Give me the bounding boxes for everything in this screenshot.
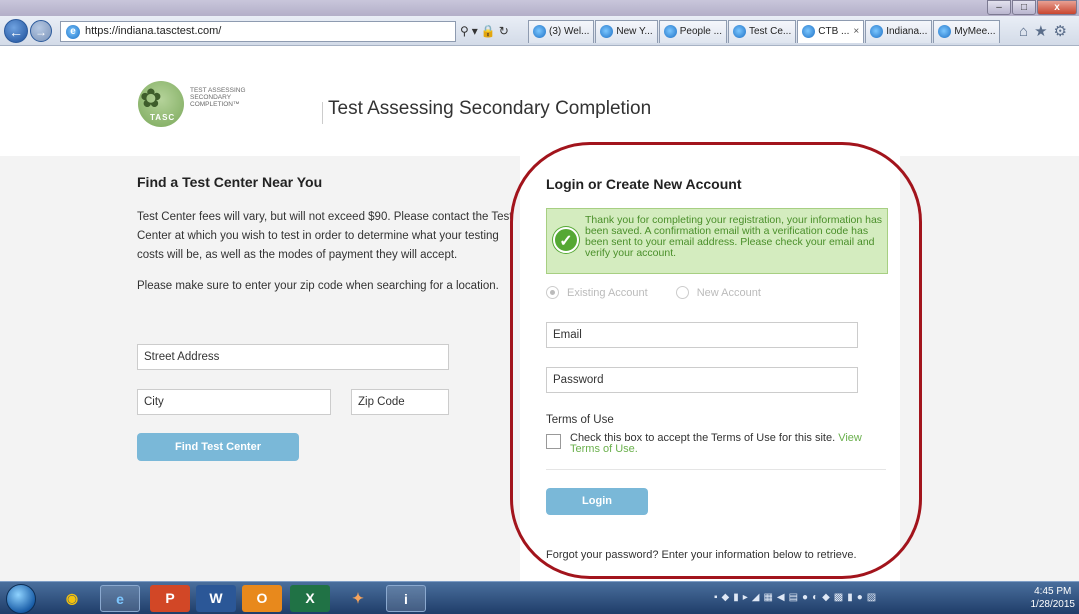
city-input[interactable]: City (137, 389, 331, 415)
back-button[interactable]: ← (4, 19, 28, 43)
tab-label: People ... (679, 26, 722, 37)
logo-text: TEST ASSESSING SECONDARY COMPLETION™ (190, 87, 246, 108)
chrome-icon[interactable]: ◉ (52, 585, 92, 612)
address-tools[interactable]: ⚲▾🔒↻ (460, 24, 512, 38)
main-content: Find a Test Center Near You Test Center … (0, 156, 1079, 581)
login-panel: Login or Create New Account ✓ Thank you … (520, 156, 900, 581)
browser-toolbar-right: ⌂★⚙ (1019, 22, 1073, 40)
forgot-password-text: Forgot your password? Enter your informa… (546, 549, 857, 561)
search-icon[interactable]: ⚲ (460, 24, 472, 38)
close-tab-icon[interactable]: × (853, 26, 859, 37)
tab-2[interactable]: People ... (658, 20, 727, 43)
maximize-button[interactable]: □ (1012, 0, 1036, 15)
page-header: ✿ TASC TEST ASSESSING SECONDARY COMPLETI… (0, 46, 1079, 156)
tree-icon: ✿ (140, 83, 162, 113)
ie-tab-icon (533, 25, 546, 38)
tab-0[interactable]: (3) Wel... (528, 20, 595, 43)
tab-4[interactable]: CTB ... × (797, 20, 865, 43)
radio-new-account[interactable]: New Account (675, 286, 761, 299)
zip-note: Please make sure to enter your zip code … (137, 280, 499, 292)
tab-strip: (3) Wel... New Y... People ... Test Ce..… (528, 20, 1001, 43)
home-icon[interactable]: ⌂ (1019, 23, 1034, 40)
tab-5[interactable]: Indiana... (865, 20, 933, 43)
tab-label: Test Ce... (748, 26, 792, 37)
clock-time: 4:45 PM (1034, 586, 1072, 597)
tab-6[interactable]: MyMee... (933, 20, 1001, 43)
fees-text: Test Center fees will vary, but will not… (137, 211, 513, 261)
radio-selected-icon (546, 286, 559, 299)
password-field[interactable]: Password (546, 367, 858, 393)
tasc-logo[interactable]: ✿ TASC TEST ASSESSING SECONDARY COMPLETI… (138, 81, 258, 131)
system-clock[interactable]: 4:45 PM 1/28/2015 (1031, 585, 1076, 611)
checkmark-icon: ✓ (553, 227, 579, 253)
outlook-icon[interactable]: O (242, 585, 282, 612)
find-center-heading: Find a Test Center Near You (137, 174, 323, 190)
tab-3[interactable]: Test Ce... (727, 20, 797, 43)
tab-label: CTB ... (818, 26, 850, 37)
word-icon[interactable]: W (196, 585, 236, 612)
tab-label: MyMee... (954, 26, 996, 37)
lock-icon: ▾🔒 (471, 24, 499, 38)
login-heading: Login or Create New Account (546, 176, 742, 192)
radio-existing-account[interactable]: Existing Account (546, 286, 648, 299)
radio-unselected-icon (675, 286, 689, 299)
page-title: Test Assessing Secondary Completion (328, 98, 652, 119)
clock-date: 1/28/2015 (1030, 599, 1076, 610)
ie-tab-icon (870, 25, 884, 38)
terms-checkbox[interactable] (546, 434, 561, 449)
logo-badge: TASC (150, 113, 176, 122)
window-title-bar: – □ x (0, 0, 1079, 16)
minimize-button[interactable]: – (987, 0, 1011, 15)
window-controls: – □ x (987, 0, 1077, 15)
ie-tab-icon (802, 25, 816, 38)
tab-label: New Y... (616, 26, 653, 37)
info-app-icon[interactable]: i (386, 585, 426, 612)
close-window-button[interactable]: x (1037, 0, 1077, 15)
account-type-radios: Existing Account New Account (546, 286, 761, 299)
internet-explorer-icon[interactable]: e (100, 585, 140, 612)
find-test-center-button[interactable]: Find Test Center (137, 433, 299, 461)
browser-nav-bar: ← → e https://indiana.tasctest.com/ ⚲▾🔒↻… (0, 16, 1079, 46)
success-message: Thank you for completing your registrati… (585, 214, 883, 259)
settings-gear-icon[interactable]: ⚙ (1054, 23, 1073, 40)
favorites-star-icon[interactable]: ★ (1034, 23, 1053, 40)
powerpoint-icon[interactable]: P (150, 585, 190, 612)
zip-code-input[interactable]: Zip Code (351, 389, 449, 415)
taskbar: ◉ e P W O X ✦ i ▪◆▮▸◢▦◀▤●◐◆▩▮●▨ 4:45 PM … (0, 581, 1079, 614)
success-alert: ✓ Thank you for completing your registra… (546, 208, 888, 274)
ie-tab-icon (600, 25, 614, 38)
ie-tab-icon (663, 25, 677, 38)
app-icon[interactable]: ✦ (338, 585, 378, 612)
terms-label: Terms of Use (546, 414, 614, 426)
radio-new-label: New Account (696, 286, 761, 299)
address-url: https://indiana.tasctest.com/ (85, 25, 222, 37)
forward-button[interactable]: → (30, 20, 52, 42)
terms-text: Check this box to accept the Terms of Us… (570, 433, 890, 455)
radio-existing-label: Existing Account (567, 286, 648, 299)
refresh-icon[interactable]: ↻ (499, 24, 512, 38)
ie-page-icon: e (66, 25, 80, 39)
header-divider (322, 102, 323, 124)
excel-icon[interactable]: X (290, 585, 330, 612)
tab-label: Indiana... (886, 26, 928, 37)
email-field[interactable]: Email (546, 322, 858, 348)
start-button[interactable] (6, 584, 36, 614)
system-tray-icons[interactable]: ▪◆▮▸◢▦◀▤●◐◆▩▮●▨ (714, 592, 880, 603)
find-test-center-section: Find a Test Center Near You Test Center … (137, 174, 517, 308)
street-address-input[interactable]: Street Address (137, 344, 449, 370)
ie-tab-icon (938, 25, 952, 38)
tab-label: (3) Wel... (549, 26, 590, 37)
address-bar[interactable]: e https://indiana.tasctest.com/ (60, 21, 456, 42)
divider (546, 469, 886, 470)
ie-tab-icon (732, 25, 746, 38)
tab-1[interactable]: New Y... (595, 20, 658, 43)
login-button[interactable]: Login (546, 488, 648, 515)
